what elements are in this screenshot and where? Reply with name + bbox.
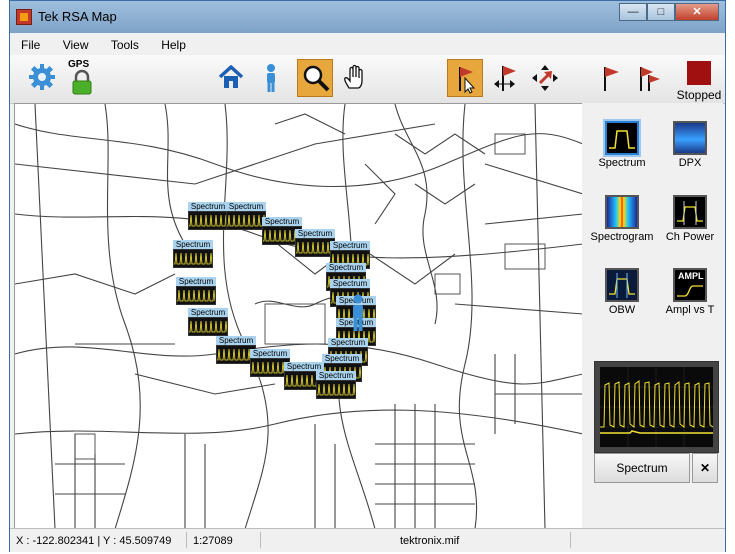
move-button[interactable] [527,59,563,97]
spectrum-icon [605,121,639,155]
person-button[interactable] [253,59,289,97]
close-button[interactable]: ✕ [675,3,719,21]
street-map [15,104,583,529]
tool-ampl-vs-t[interactable]: AMPL Ampl vs T [656,268,724,316]
add-flag-button[interactable] [592,59,628,97]
status-bar: X : -122.802341 | Y : 45.509749 1:27089 … [10,528,725,552]
dpx-icon [673,121,707,155]
tool-ch-power[interactable]: Ch Power [656,195,724,243]
menu-file[interactable]: File [10,33,48,52]
menu-bar: File View Tools Help [10,33,725,55]
menu-view[interactable]: View [52,33,97,52]
tool-ampl-vs-t-label: Ampl vs T [665,304,715,316]
menu-help[interactable]: Help [150,33,194,52]
flag-move-icon [494,66,516,91]
multi-flag-button[interactable] [630,59,666,97]
coordinates-readout: X : -122.802341 | Y : 45.509749 [16,535,172,547]
app-logo-icon [16,9,32,25]
arrows-move-icon [532,65,558,91]
stopped-label: Stopped [676,88,722,102]
preview-label-button[interactable]: Spectrum [594,453,690,483]
gps-button[interactable]: GPS [64,59,100,97]
menu-tools[interactable]: Tools [100,33,147,52]
window-title: Tek RSA Map [38,9,117,24]
hand-icon [344,64,363,89]
move-flag-button[interactable] [487,59,523,97]
tool-spectrum-label: Spectrum [598,157,646,169]
pan-button[interactable] [337,59,373,97]
tool-dpx[interactable]: DPX [656,121,724,169]
minimize-button[interactable]: — [619,3,647,21]
tool-obw-label: OBW [608,304,636,316]
maximize-button[interactable]: □ [647,3,675,21]
flag-pointer-icon [459,67,476,94]
stop-icon [687,61,711,85]
map-file-name: tektronix.mif [400,535,460,547]
stop-button[interactable]: Stopped [674,59,724,102]
settings-button[interactable] [24,59,60,97]
spectrogram-icon [605,195,639,229]
flags-icon [640,67,660,91]
obw-icon [605,268,639,302]
magnifier-icon [303,65,330,92]
tool-obw[interactable]: OBW [588,268,656,316]
app-window: Tek RSA Map — □ ✕ File View Tools Help G… [9,0,726,552]
spectrum-preview [594,361,719,453]
tool-ch-power-label: Ch Power [665,231,715,243]
tool-dpx-label: DPX [678,157,702,169]
title-bar: Tek RSA Map — □ ✕ [10,1,725,33]
ch-power-icon [673,195,707,229]
flag-icon [604,67,619,91]
tool-spectrum[interactable]: Spectrum [588,121,656,169]
spectrum-preview-trace [600,367,714,447]
person-icon [267,64,275,92]
ampl-vs-t-icon: AMPL [673,268,707,302]
tool-panel: Spectrum DPX Spectrogram Ch Power OBW AM… [582,103,723,528]
toolbar: GPS Stopped [10,55,725,104]
tool-spectrogram[interactable]: Spectrogram [588,195,656,243]
map-scale: 1:27089 [193,535,233,547]
select-flag-button[interactable] [447,59,483,97]
map-canvas[interactable] [14,103,584,530]
gear-icon [29,64,55,90]
zoom-button[interactable] [297,59,333,97]
home-icon [218,65,244,88]
tool-spectrogram-label: Spectrogram [590,231,654,243]
lock-icon [72,69,92,95]
home-button[interactable] [213,59,249,97]
preview-close-button[interactable]: ✕ [692,453,718,483]
